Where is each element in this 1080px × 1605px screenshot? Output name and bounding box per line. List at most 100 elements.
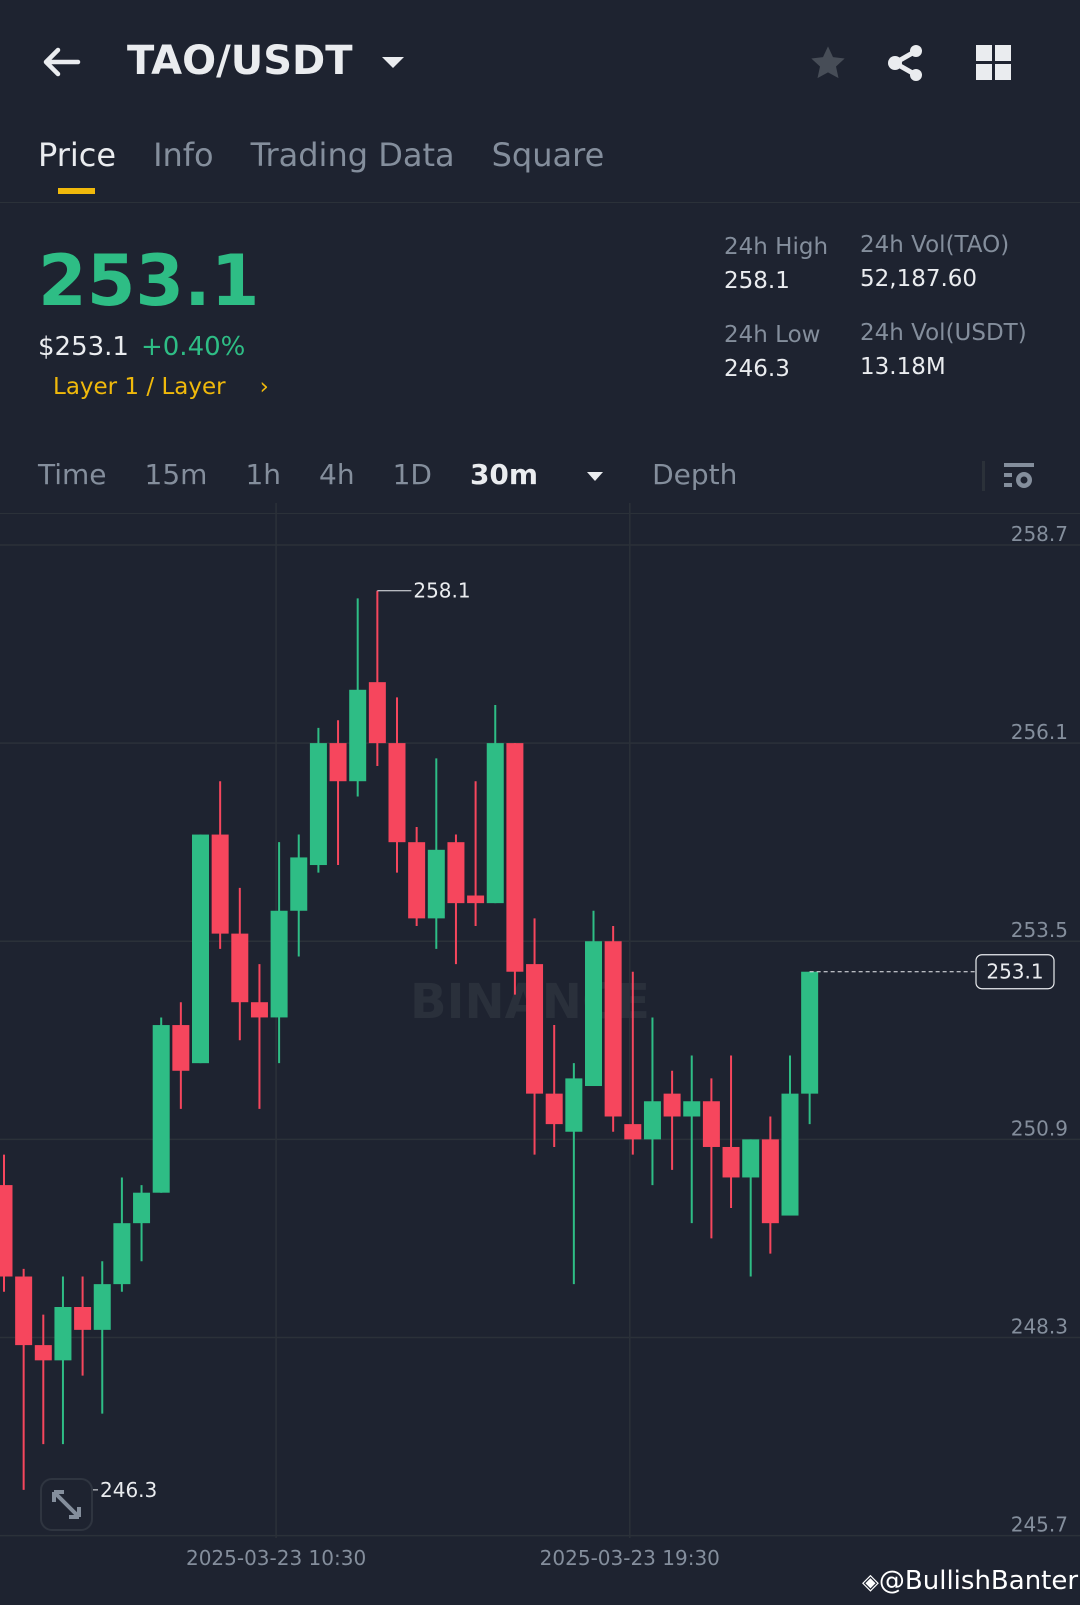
candle-body (172, 1025, 190, 1071)
interval-30m-label: 30m (469, 458, 539, 491)
candle-body (270, 910, 288, 1018)
candle-body (309, 743, 327, 866)
expand-chart-button[interactable] (40, 1478, 93, 1531)
candle-body (133, 1192, 151, 1224)
price-change: +0.40% (140, 332, 246, 362)
y-tick-label: 256.1 (1011, 720, 1068, 744)
interval-time[interactable]: Time (38, 458, 107, 491)
candle-body (211, 834, 229, 934)
candle-body (34, 1345, 52, 1361)
candle-body (585, 941, 602, 1087)
y-tick-label: 258.7 (1011, 522, 1068, 546)
candle-body (93, 1284, 111, 1330)
interval-15m[interactable]: 15m (145, 458, 208, 491)
tab-price[interactable]: Price (38, 136, 116, 194)
candle-body (486, 743, 504, 904)
tab-square[interactable]: Square (492, 136, 605, 174)
candle-body (290, 857, 308, 911)
credit-watermark: ◈@BullishBanter (862, 1566, 1078, 1596)
candle-body (15, 1276, 33, 1346)
back-arrow-icon (43, 47, 81, 77)
candle-body (329, 743, 347, 782)
interval-30m[interactable]: 30m (470, 458, 604, 491)
usd-price: $253.1 (38, 332, 129, 362)
tab-trading-data[interactable]: Trading Data (251, 136, 455, 174)
candle-body (722, 1146, 740, 1178)
stat-label: 24h High (724, 234, 829, 260)
stat-value: 258.1 (724, 268, 790, 294)
candle-body (604, 941, 622, 1117)
candle-body (447, 842, 465, 904)
stat-value: 13.18M (860, 354, 946, 380)
tab-info[interactable]: Info (153, 136, 214, 174)
candle-body (54, 1307, 72, 1361)
chevron-right-icon: › (259, 374, 269, 400)
star-icon[interactable] (808, 43, 848, 83)
y-tick-label: 245.7 (1011, 1513, 1068, 1537)
candle-body (742, 1139, 760, 1178)
candle-body (408, 842, 426, 919)
candle-body (801, 971, 819, 1094)
candlestick-chart[interactable]: 258.7 256.1 253.5 250.9 248.3 245.7 2025-03-23… (0, 503, 1080, 1605)
share-icon[interactable] (886, 43, 926, 83)
toolbar-separator (982, 461, 985, 491)
interval-4h[interactable]: 4h (319, 458, 355, 491)
candle-body (250, 1002, 268, 1018)
candle-body (624, 1124, 642, 1140)
last-price: 253.1 (38, 240, 260, 322)
credit-text: @BullishBanter (878, 1566, 1079, 1596)
candle-body (231, 933, 249, 1003)
pair-selector[interactable]: TAO/USDT (127, 38, 406, 84)
high-marker-label: 258.1 (413, 579, 470, 603)
candle-body (192, 834, 209, 1064)
candle-body (506, 743, 524, 972)
candle-body (349, 689, 367, 782)
binance-logo-icon: ◈ (862, 1570, 879, 1595)
candle-body (152, 1025, 170, 1193)
candle-body (368, 682, 386, 744)
expand-icon (52, 1490, 81, 1519)
candle-body (565, 1078, 583, 1132)
category-link[interactable]: Layer 1 / Layer › (53, 374, 269, 400)
last-price-label: 253.1 (986, 960, 1043, 984)
depth-tab[interactable]: Depth (652, 458, 737, 491)
candle-body (0, 1185, 13, 1277)
divider (0, 202, 1080, 203)
candle-body (663, 1093, 681, 1117)
candle-body (683, 1101, 701, 1117)
pair-title: TAO/USDT (127, 38, 353, 84)
stat-value: 52,187.60 (860, 266, 978, 292)
x-tick-label: 2025-03-23 19:30 (540, 1546, 720, 1570)
stat-high: 24h High 258.1 (724, 234, 828, 294)
candle-body (467, 895, 485, 904)
caret-down-icon (587, 472, 604, 481)
interval-1h[interactable]: 1h (245, 458, 281, 491)
candle-body (388, 743, 406, 843)
stat-label: 24h Vol(USDT) (860, 320, 1027, 346)
caret-down-icon (382, 57, 405, 68)
low-marker-label: 246.3 (100, 1478, 157, 1502)
candle-body (702, 1101, 720, 1147)
candle-body (643, 1101, 661, 1140)
y-tick-label: 253.5 (1011, 918, 1068, 942)
interval-1d[interactable]: 1D (393, 458, 432, 491)
stat-low: 24h Low 246.3 (724, 322, 820, 382)
y-tick-label: 248.3 (1011, 1314, 1068, 1338)
candle-body (545, 1093, 563, 1125)
stat-label: 24h Low (724, 322, 821, 348)
chart-settings-icon[interactable] (1004, 461, 1036, 493)
tab-bar: Price Info Trading Data Square (38, 136, 605, 194)
back-button[interactable] (40, 42, 82, 82)
stat-vol-base: 24h Vol(TAO) 52,187.60 (860, 232, 1009, 292)
y-tick-label: 250.9 (1011, 1116, 1068, 1140)
candle-body (761, 1139, 779, 1224)
price-sub: $253.1 +0.40% (38, 332, 245, 362)
candle-body (113, 1223, 131, 1285)
chart-toolbar: Time 15m 1h 4h 1D 30m Depth (38, 458, 775, 491)
candle-body (781, 1093, 799, 1216)
candle-body (427, 849, 445, 919)
stat-vol-quote: 24h Vol(USDT) 13.18M (860, 320, 1027, 380)
grid-icon[interactable] (976, 45, 1012, 81)
candle-body (74, 1307, 92, 1330)
candle-body (526, 964, 544, 1094)
